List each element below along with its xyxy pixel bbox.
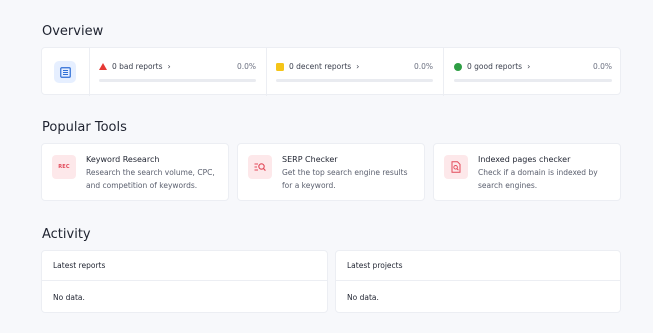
panel-title: Latest projects — [347, 261, 403, 270]
tool-title: Keyword Research — [86, 155, 160, 164]
decent-reports-label: 0 decent reports — [289, 62, 352, 71]
good-reports-percent: 0.0% — [592, 62, 612, 71]
tool-description: Research the search volume, CPC, and com… — [86, 167, 215, 192]
triangle-warning-icon — [99, 63, 107, 70]
tool-card-keyword-research[interactable]: REC Keyword Research Research the search… — [41, 143, 229, 201]
square-icon — [276, 62, 284, 71]
popular-tools-title: Popular Tools — [42, 120, 127, 135]
good-reports-progress — [454, 79, 612, 82]
decent-reports-cell: 0 decent reports › 0.0% — [266, 48, 443, 96]
tool-description-line: for a keyword. — [282, 180, 336, 190]
bad-reports-percent: 0.0% — [236, 62, 256, 71]
good-reports-cell: 0 good reports › 0.0% — [443, 48, 622, 96]
tool-card-indexed-pages-checker[interactable]: Indexed pages checker Check if a domain … — [433, 143, 621, 201]
latest-reports-panel: Latest reports No data. — [41, 250, 328, 313]
tool-description: Check if a domain is indexed by search e… — [478, 167, 598, 192]
chevron-right-icon: › — [527, 62, 531, 71]
bad-reports-label: 0 bad reports — [112, 62, 163, 71]
chevron-right-icon: › — [356, 62, 360, 71]
tool-description-line: Check if a domain is indexed by — [478, 168, 598, 177]
report-list-icon — [54, 61, 76, 83]
tool-description-line: search engines. — [478, 180, 538, 190]
good-reports-link[interactable]: 0 good reports › — [454, 62, 530, 71]
decent-reports-link[interactable]: 0 decent reports › — [276, 62, 359, 71]
latest-projects-panel: Latest projects No data. — [335, 250, 621, 313]
divider — [336, 280, 620, 281]
tool-description-line: Get the top search engine results — [282, 168, 408, 177]
tool-description: Get the top search engine results for a … — [282, 167, 408, 192]
divider — [42, 280, 327, 281]
indexed-page-icon — [444, 155, 468, 179]
keyword-icon: REC — [52, 155, 76, 179]
keyword-icon-text: REC — [58, 164, 70, 170]
bad-reports-link[interactable]: 0 bad reports › — [99, 62, 171, 71]
bad-reports-progress — [99, 79, 256, 82]
serp-search-icon — [248, 155, 272, 179]
tool-card-serp-checker[interactable]: SERP Checker Get the top search engine r… — [237, 143, 425, 201]
panel-title: Latest reports — [53, 261, 106, 270]
tool-description-line: Research the search volume, CPC, — [86, 168, 215, 177]
overview-title: Overview — [42, 24, 104, 39]
empty-state-text: No data. — [53, 293, 85, 302]
tool-description-line: and competition of keywords. — [86, 180, 198, 190]
good-reports-label: 0 good reports — [467, 62, 523, 71]
empty-state-text: No data. — [347, 293, 379, 302]
tool-title: Indexed pages checker — [478, 155, 571, 164]
circle-check-icon — [454, 62, 462, 71]
tool-title: SERP Checker — [282, 155, 338, 164]
chevron-right-icon: › — [167, 62, 171, 71]
overview-card: 0 bad reports › 0.0% 0 decent reports › … — [41, 47, 622, 96]
activity-title: Activity — [42, 227, 91, 242]
bad-reports-cell: 0 bad reports › 0.0% — [89, 48, 266, 96]
decent-reports-progress — [276, 79, 433, 82]
decent-reports-percent: 0.0% — [413, 62, 433, 71]
